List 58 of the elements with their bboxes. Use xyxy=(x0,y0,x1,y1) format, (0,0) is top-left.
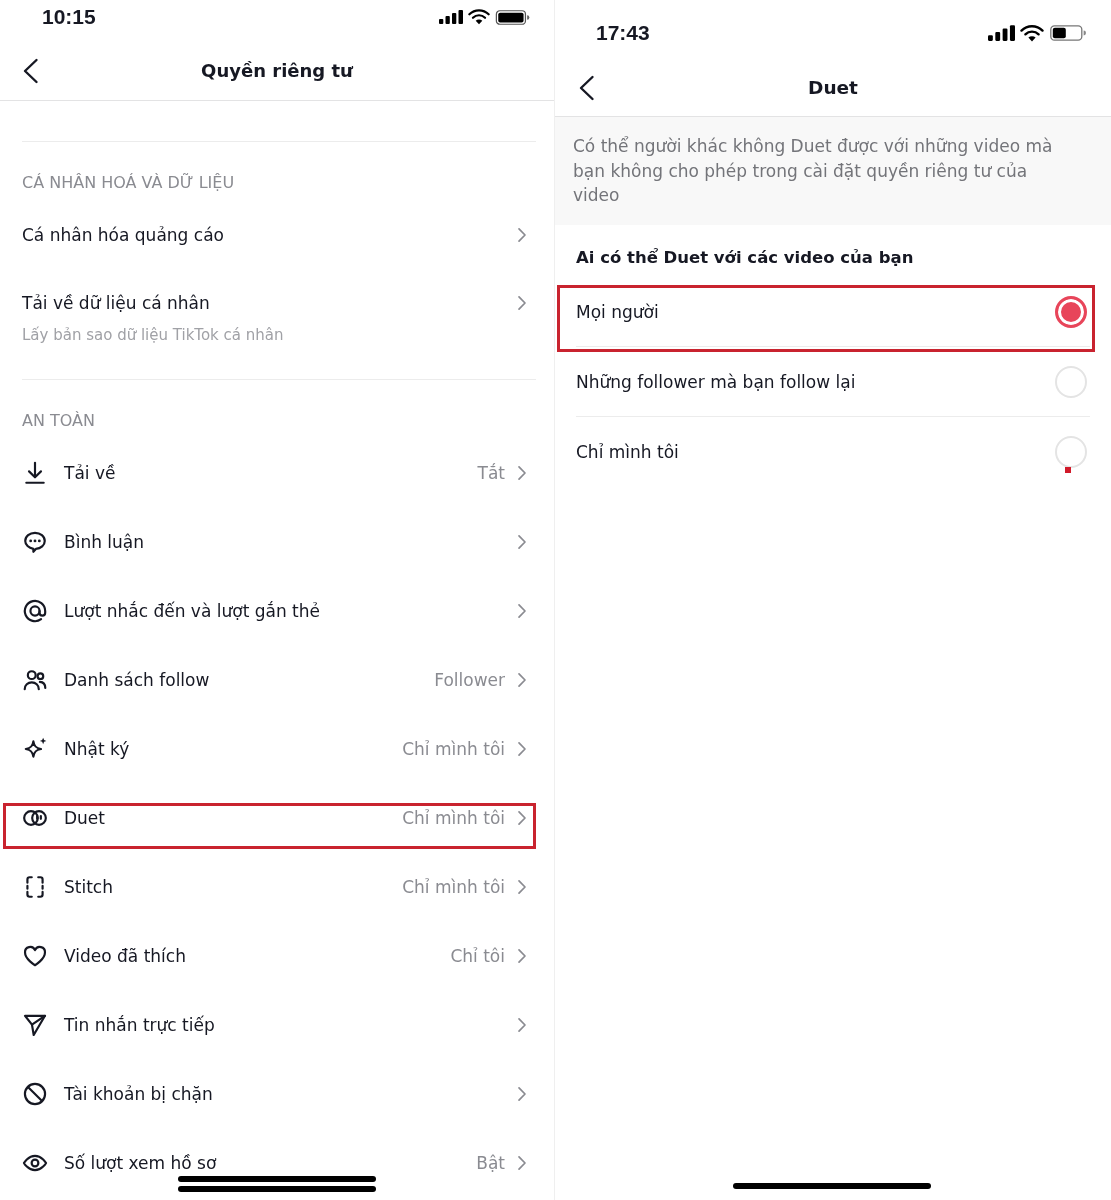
back-icon[interactable] xyxy=(578,74,595,101)
battery-icon xyxy=(1049,25,1087,41)
prohibited-icon xyxy=(22,1080,48,1107)
chevron-right-icon xyxy=(517,602,527,619)
chevron-right-icon xyxy=(517,1016,527,1033)
chevron-right-icon xyxy=(517,671,527,688)
status-time: 17:43 xyxy=(596,21,650,45)
option-label[interactable]: Những follower mà bạn follow lại xyxy=(576,371,856,392)
setting-label[interactable]: Video đã thích xyxy=(64,944,186,967)
setting-label[interactable]: Tải về xyxy=(64,461,116,484)
setting-label[interactable]: Tài khoản bị chặn xyxy=(64,1082,213,1105)
at-sign-icon xyxy=(22,597,48,624)
chevron-right-icon xyxy=(517,878,527,895)
radio-button[interactable] xyxy=(1055,295,1087,328)
option-label[interactable]: Mọi người xyxy=(576,301,659,322)
setting-label[interactable]: Số lượt xem hồ sơ xyxy=(64,1151,217,1174)
setting-value: Chỉ mình tôi xyxy=(402,875,505,898)
setting-value: Chỉ mình tôi xyxy=(402,737,505,760)
status-time: 10:15 xyxy=(42,5,96,29)
chevron-right-icon xyxy=(517,533,527,550)
setting-value: Chỉ tôi xyxy=(450,944,505,967)
chevron-right-icon xyxy=(517,295,527,311)
setting-label[interactable]: Tải về dữ liệu cá nhân xyxy=(22,292,210,314)
chevron-right-icon xyxy=(517,947,527,964)
option-label[interactable]: Chỉ mình tôi xyxy=(576,441,679,462)
setting-label[interactable]: Danh sách follow xyxy=(64,668,210,691)
setting-label[interactable]: Cá nhân hóa quảng cáo xyxy=(22,223,224,246)
chevron-right-icon xyxy=(517,1154,527,1171)
setting-label[interactable]: Lượt nhắc đến và lượt gắn thẻ xyxy=(64,599,320,622)
screen-title: Quyền riêng tư xyxy=(201,59,353,83)
section-heading: CÁ NHÂN HOÁ VÀ DỮ LIỆU xyxy=(21,172,236,194)
setting-label[interactable]: Bình luận xyxy=(64,530,145,553)
chevron-right-icon xyxy=(517,740,527,757)
battery-icon xyxy=(495,9,530,25)
signal-icon xyxy=(439,10,463,24)
chevron-right-icon xyxy=(517,464,527,481)
chevron-right-icon xyxy=(517,1085,527,1102)
setting-label[interactable]: Nhật ký xyxy=(64,737,130,760)
setting-value: Chỉ mình tôi xyxy=(402,806,505,829)
setting-label[interactable]: Duet xyxy=(64,806,105,829)
setting-label[interactable]: Stitch xyxy=(64,875,113,898)
download-icon xyxy=(22,459,48,486)
setting-value: Follower xyxy=(434,668,505,691)
setting-value: Bật xyxy=(476,1151,505,1174)
back-icon[interactable] xyxy=(22,58,39,84)
signal-icon xyxy=(988,25,1015,41)
marker-icon xyxy=(1065,467,1071,473)
setting-value: Tắt xyxy=(477,461,505,484)
screen-title: Duet xyxy=(808,75,858,100)
section-heading: AN TOÀN xyxy=(21,410,96,432)
wifi-icon xyxy=(468,9,490,25)
section-heading: Ai có thể Duet với các video của bạn xyxy=(575,247,915,269)
setting-label[interactable]: Tin nhắn trực tiếp xyxy=(64,1013,215,1036)
chevron-right-icon xyxy=(517,809,527,826)
info-notice: Có thể người khác không Duet được với những video mà bạn không cho phép trong cài đặt quyền riêng tư của video xyxy=(555,117,1111,225)
chevron-right-icon xyxy=(517,226,527,243)
setting-description: Lấy bản sao dữ liệu TikTok cá nhân xyxy=(22,325,284,345)
wifi-icon xyxy=(1020,24,1044,42)
